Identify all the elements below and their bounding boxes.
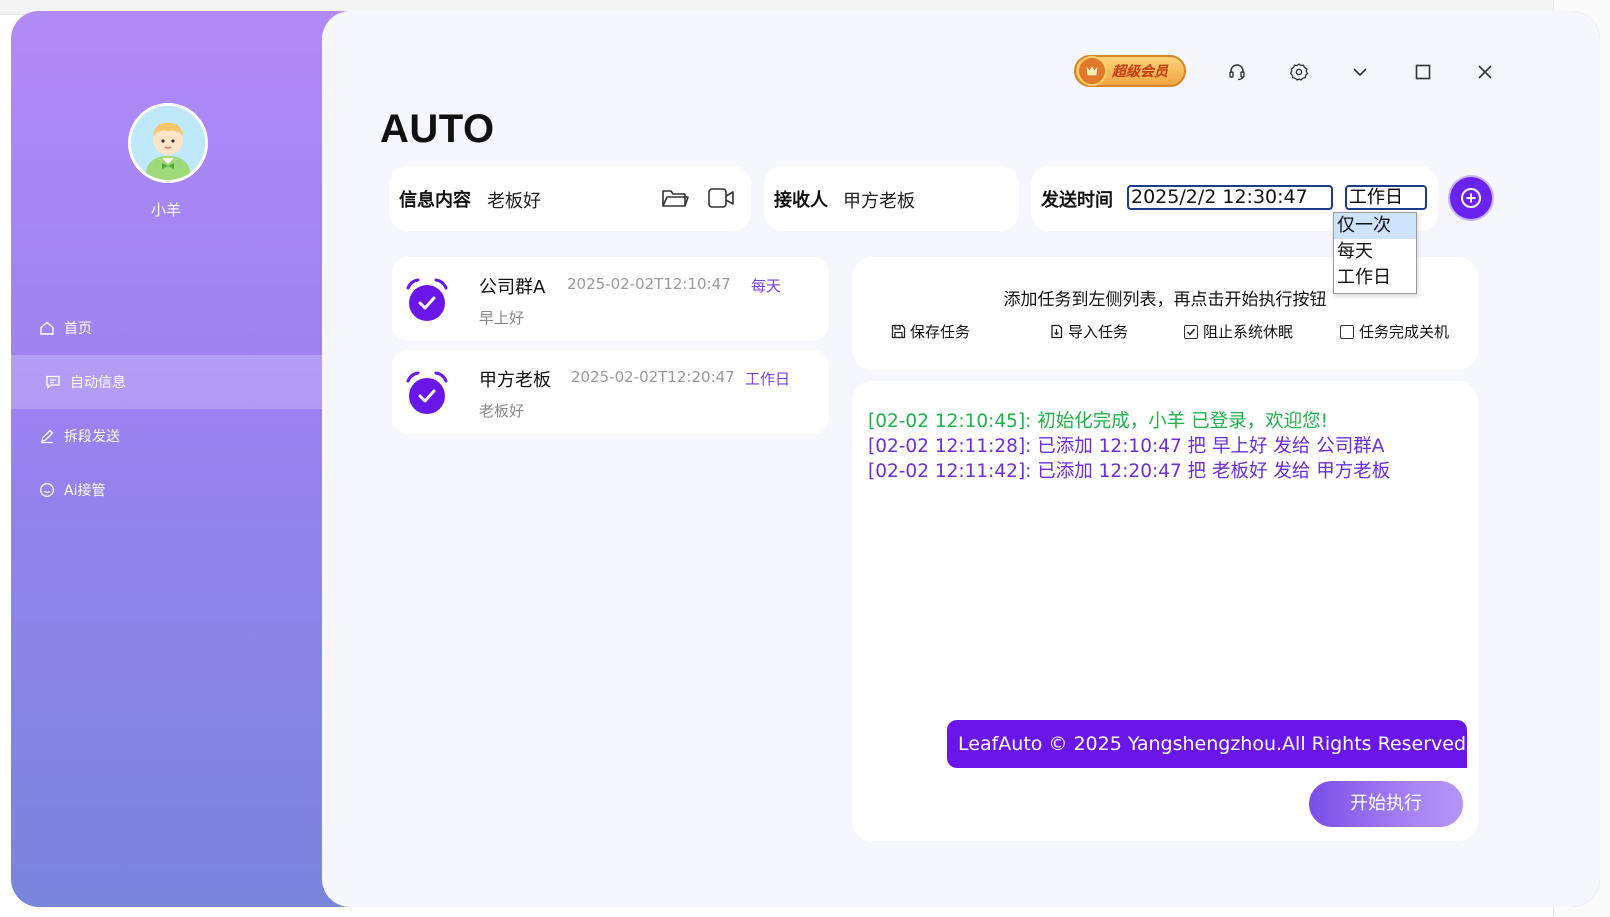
sidebar-item-label: 首页 [64, 321, 92, 337]
task-time: 2025-02-02T12:10:47 [567, 275, 731, 293]
shutdown-checkbox[interactable]: 任务完成关机 [1339, 321, 1449, 342]
task-name: 甲方老板 [479, 370, 551, 391]
vip-badge-button[interactable]: 超级会员 [1074, 55, 1186, 87]
frequency-dropdown: 仅一次 每天 工作日 [1333, 212, 1417, 294]
app-window: 小羊 首页 自动信息 拆段发送 Ai接管 AUTO 超级会员 信息内容 老板好 … [11, 11, 1600, 907]
message-content-card: 信息内容 老板好 [389, 166, 751, 231]
crown-icon [1077, 56, 1107, 86]
vip-label: 超级会员 [1112, 64, 1168, 80]
user-name: 小羊 [150, 201, 181, 219]
recipient-input[interactable]: 甲方老板 [843, 187, 915, 213]
log-line: [02-02 12:11:42]: 已添加 12:20:47 把 老板好 发给 … [868, 461, 1391, 482]
message-icon [44, 373, 62, 391]
folder-icon[interactable] [661, 186, 689, 214]
checkbox-empty-icon [1340, 324, 1354, 339]
save-icon [890, 324, 906, 340]
frequency-select[interactable]: 工作日 [1345, 185, 1427, 210]
sidebar-item-auto-message[interactable]: 自动信息 [11, 355, 333, 409]
sidebar-item-split-send[interactable]: 拆段发送 [11, 409, 333, 463]
smile-icon [38, 481, 56, 499]
recipient-card: 接收人 甲方老板 [764, 166, 1019, 231]
dropdown-option-daily[interactable]: 每天 [1334, 239, 1416, 265]
save-task-button[interactable]: 保存任务 [890, 321, 970, 342]
maximize-icon[interactable] [1410, 59, 1436, 85]
shutdown-label: 任务完成关机 [1359, 323, 1450, 341]
main-panel: AUTO 超级会员 信息内容 老板好 接收人 甲方老板 发送时间 2025/2/… [322, 11, 1600, 907]
import-task-label: 导入任务 [1068, 323, 1129, 341]
prevent-sleep-checkbox[interactable]: 阻止系统休眠 [1183, 321, 1293, 342]
plus-circle-icon [1461, 188, 1481, 208]
sidebar-item-home[interactable]: 首页 [11, 301, 333, 355]
save-task-label: 保存任务 [910, 323, 971, 341]
prevent-sleep-label: 阻止系统休眠 [1203, 323, 1294, 341]
copyright-banner: LeafAuto © 2025 Yangshengzhou.All Rights… [947, 720, 1467, 768]
start-button[interactable]: 开始执行 [1309, 781, 1463, 827]
content-label: 信息内容 [399, 190, 471, 211]
content-input[interactable]: 老板好 [487, 187, 541, 213]
import-task-button[interactable]: 导入任务 [1048, 321, 1128, 342]
task-message: 老板好 [479, 402, 525, 420]
recipient-label: 接收人 [774, 190, 828, 211]
sidebar-item-ai[interactable]: Ai接管 [11, 463, 333, 517]
dropdown-option-once[interactable]: 仅一次 [1334, 213, 1416, 239]
task-frequency: 工作日 [745, 370, 791, 388]
send-time-input[interactable]: 2025/2/2 12:30:47 [1127, 185, 1333, 210]
avatar-illustration [131, 106, 205, 180]
send-time-label: 发送时间 [1041, 190, 1113, 211]
log-line: [02-02 12:11:28]: 已添加 12:10:47 把 早上好 发给 … [868, 436, 1385, 457]
dropdown-option-workday[interactable]: 工作日 [1334, 265, 1416, 291]
import-icon [1048, 324, 1064, 340]
sidebar-item-label: 自动信息 [70, 375, 126, 391]
sidebar-item-label: Ai接管 [64, 483, 106, 499]
page-title: AUTO [380, 107, 495, 151]
task-frequency: 每天 [751, 277, 782, 295]
home-icon [38, 319, 56, 337]
add-task-button[interactable] [1450, 177, 1492, 219]
alarm-check-icon [406, 371, 448, 414]
close-icon[interactable] [1472, 59, 1498, 85]
checkbox-checked-icon [1184, 324, 1198, 339]
log-panel: [02-02 12:10:45]: 初始化完成，小羊 已登录，欢迎您! [02-… [852, 381, 1478, 841]
support-headset-icon[interactable] [1224, 59, 1250, 85]
settings-gear-icon[interactable] [1286, 59, 1312, 85]
task-time: 2025-02-02T12:20:47 [571, 368, 735, 386]
alarm-check-icon [406, 278, 448, 321]
sidebar-item-label: 拆段发送 [64, 429, 120, 445]
sidebar: 小羊 首页 自动信息 拆段发送 Ai接管 [11, 11, 333, 907]
task-name: 公司群A [479, 277, 546, 298]
chevron-down-icon[interactable] [1347, 59, 1373, 85]
task-card[interactable]: 甲方老板 2025-02-02T12:20:47 工作日 老板好 [392, 350, 829, 434]
task-message: 早上好 [479, 309, 525, 327]
edit-icon [38, 427, 56, 445]
task-card[interactable]: 公司群A 2025-02-02T12:10:47 每天 早上好 [392, 257, 829, 341]
avatar[interactable] [128, 103, 208, 183]
video-icon[interactable] [707, 186, 735, 214]
log-line: [02-02 12:10:45]: 初始化完成，小羊 已登录，欢迎您! [868, 411, 1329, 432]
